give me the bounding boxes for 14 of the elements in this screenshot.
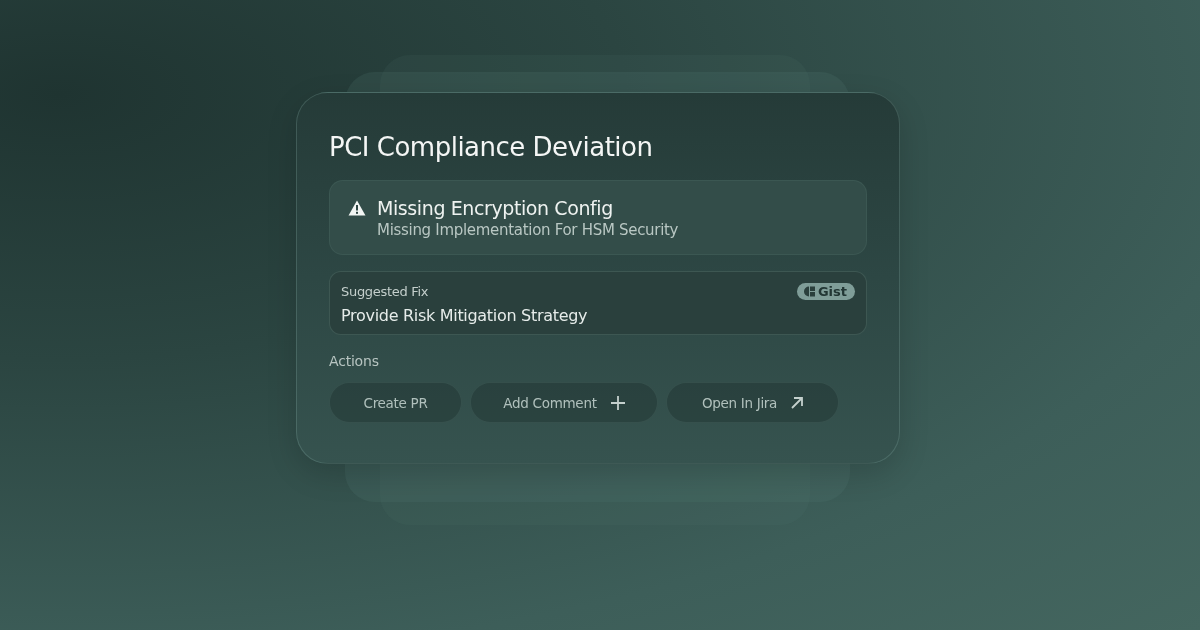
fix-text: Provide Risk Mitigation Strategy	[341, 306, 589, 325]
actions-label: Actions	[329, 353, 380, 369]
card-title: PCI Compliance Deviation	[329, 131, 654, 164]
action-button[interactable]: Create PR	[329, 382, 462, 423]
arrow-icon	[791, 396, 804, 409]
plus-icon	[610, 395, 625, 410]
fix-label: Suggested Fix	[341, 284, 429, 299]
action-button[interactable]: Add Comment	[470, 382, 658, 423]
logo-icon	[803, 286, 816, 297]
warning-icon	[348, 200, 366, 216]
alert-description: Missing Implementation For HSM Security	[377, 220, 679, 240]
gist-badge: Gist	[796, 283, 855, 300]
action-button[interactable]: Open In Jira	[666, 382, 839, 423]
alert-title: Missing Encryption Config	[377, 196, 614, 220]
